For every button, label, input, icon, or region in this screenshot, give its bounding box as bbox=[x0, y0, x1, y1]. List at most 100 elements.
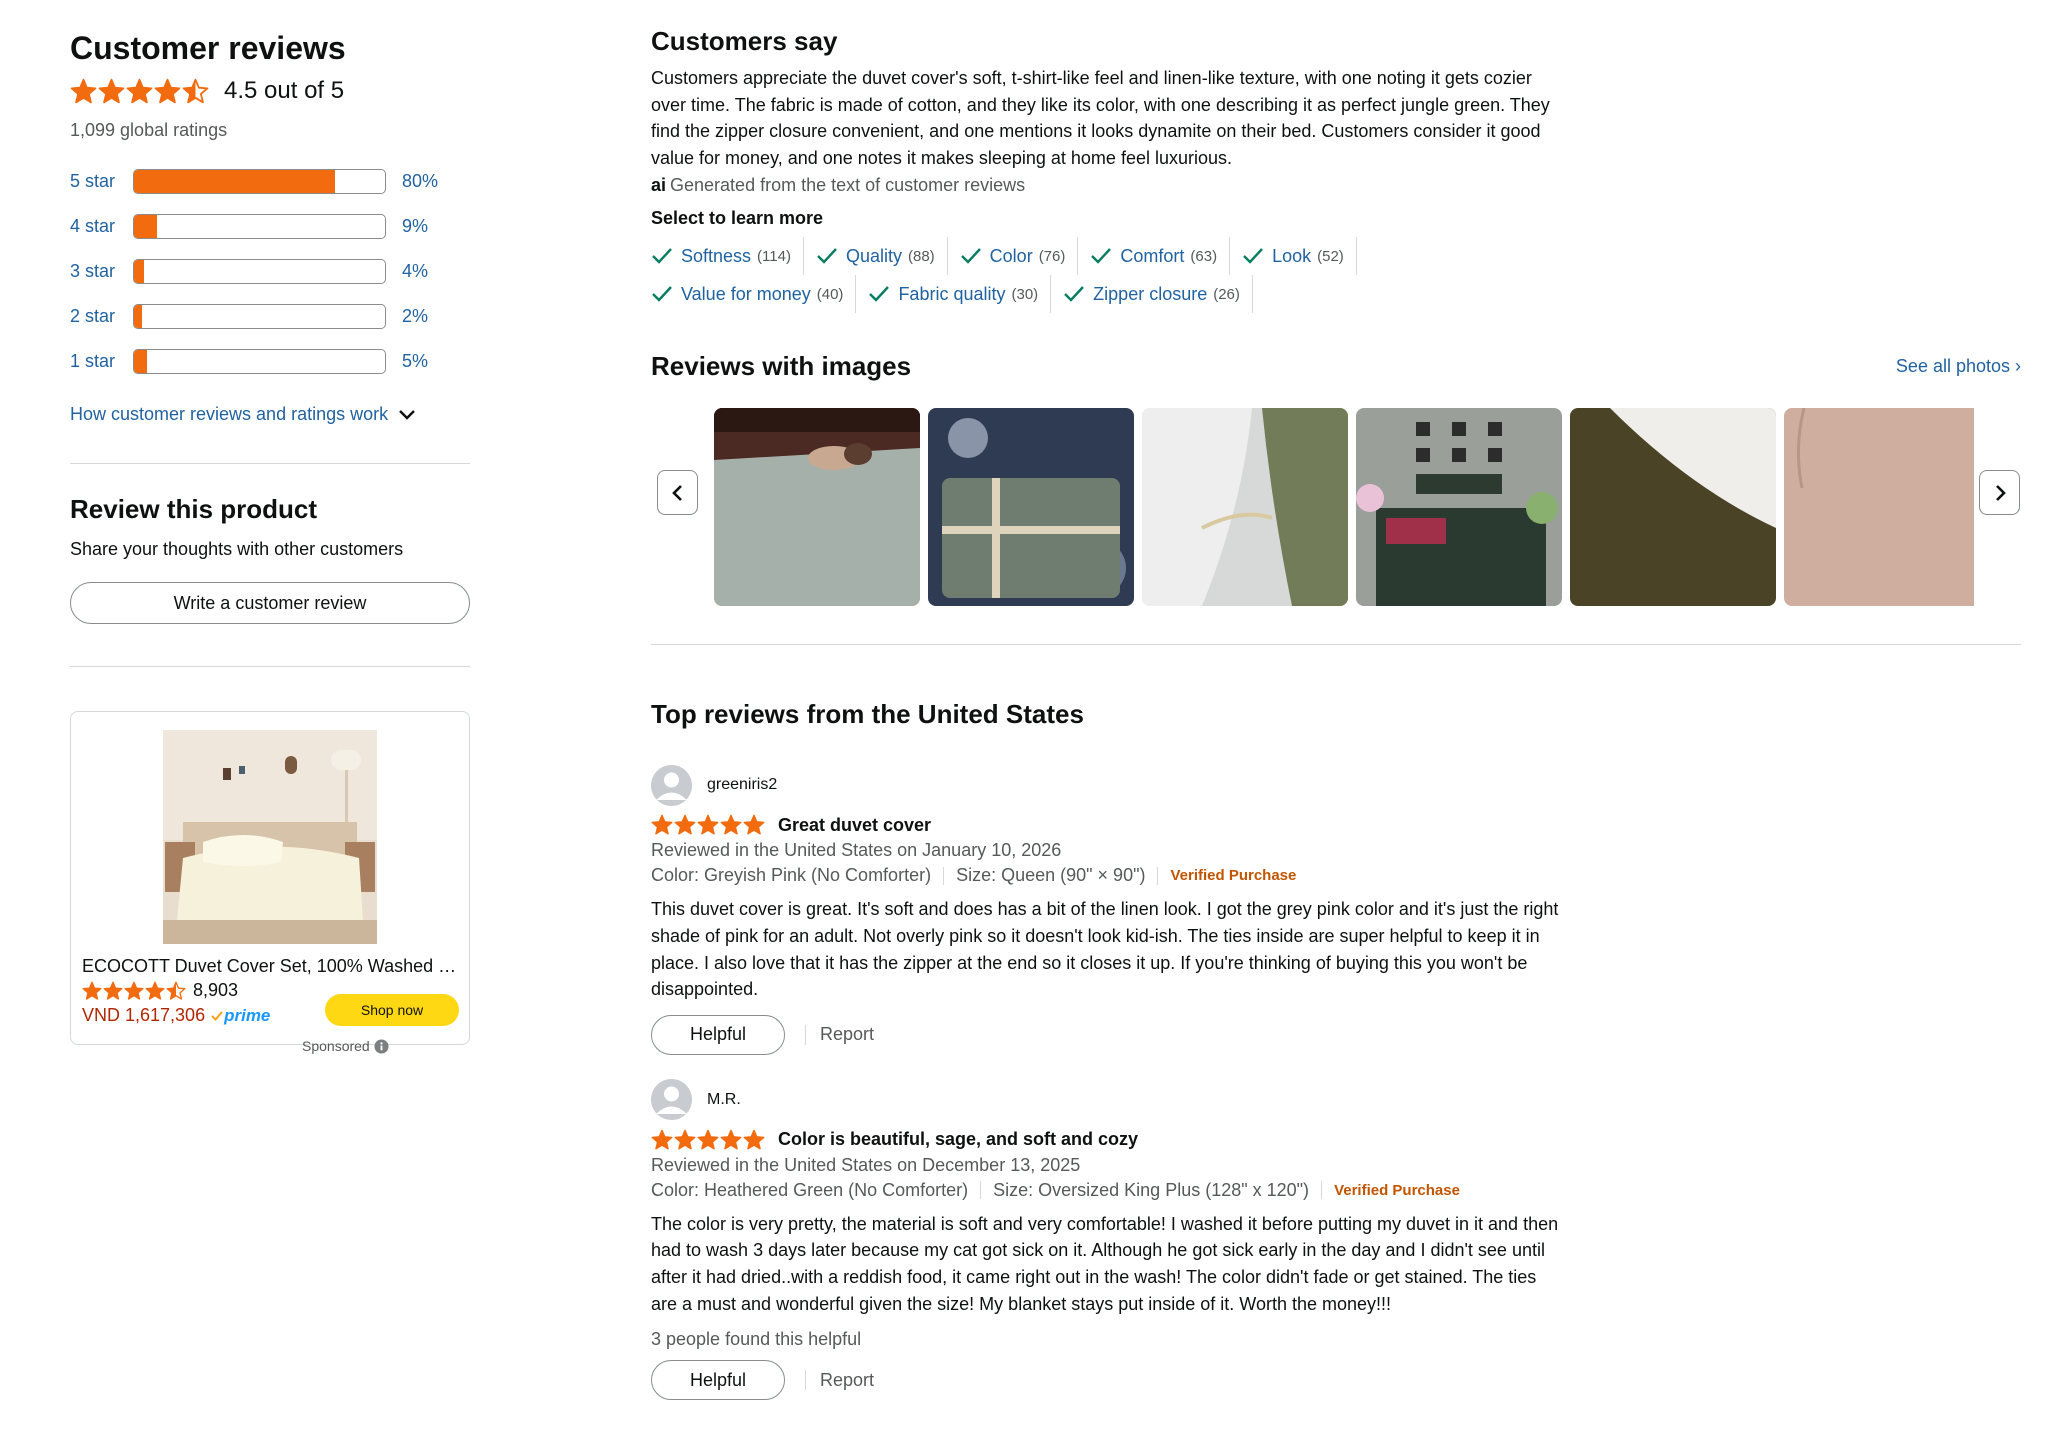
how-reviews-work-link[interactable]: How customer reviews and ratings work bbox=[70, 404, 470, 425]
ad-product-title[interactable]: ECOCOTT Duvet Cover Set, 100% Washed Cot… bbox=[82, 956, 464, 977]
star-icon bbox=[82, 981, 102, 1000]
sponsored-label-row[interactable]: Sponsored bbox=[302, 1038, 389, 1054]
star-icon bbox=[182, 78, 209, 103]
review-image-thumbnail[interactable] bbox=[928, 408, 1134, 607]
avatar-icon bbox=[651, 764, 692, 806]
histogram-label[interactable]: 2 star bbox=[70, 306, 132, 327]
carousel-prev-button[interactable] bbox=[657, 470, 698, 516]
customers-say-heading: Customers say bbox=[651, 26, 838, 56]
aspect-chip[interactable]: Fabric quality (30) bbox=[868, 275, 1052, 314]
histogram-row-4[interactable]: 4 star 9% bbox=[70, 204, 470, 249]
histogram-bar[interactable] bbox=[133, 304, 386, 329]
review-title[interactable]: Color is beautiful, sage, and soft and c… bbox=[778, 1129, 1138, 1150]
shop-now-button[interactable]: Shop now bbox=[325, 994, 459, 1026]
review-size[interactable]: Size: Oversized King Plus (128" x 120") bbox=[993, 1180, 1309, 1201]
review-author-row[interactable]: M.R. bbox=[651, 1079, 2021, 1121]
aspect-count: (88) bbox=[907, 247, 935, 265]
write-review-button[interactable]: Write a customer review bbox=[70, 582, 470, 624]
separator bbox=[1321, 1181, 1323, 1200]
review-image-thumbnail[interactable] bbox=[1570, 408, 1776, 607]
histogram-row-5[interactable]: 5 star 80% bbox=[70, 159, 470, 204]
review-date: Reviewed in the United States on January… bbox=[651, 840, 1062, 861]
review-title-row[interactable]: Color is beautiful, sage, and soft and c… bbox=[651, 1129, 2021, 1151]
check-icon bbox=[1243, 248, 1263, 265]
review-title-row[interactable]: Great duvet cover bbox=[651, 814, 2021, 836]
ad-rating-row[interactable]: 8,903 bbox=[82, 980, 238, 1001]
review-image-thumbnail[interactable] bbox=[1142, 408, 1348, 607]
reviews-column: Customers say Customers appreciate the d… bbox=[651, 26, 2021, 1401]
histogram-bar-fill bbox=[134, 350, 147, 373]
review-image-thumbnail[interactable] bbox=[714, 408, 920, 607]
aspect-chip[interactable]: Color (76) bbox=[960, 237, 1079, 276]
star-icon bbox=[166, 981, 186, 1000]
histogram-label[interactable]: 1 star bbox=[70, 351, 132, 372]
aspect-label: Softness bbox=[681, 245, 752, 266]
histogram-percent[interactable]: 9% bbox=[402, 216, 428, 237]
review-author-name: M.R. bbox=[707, 1090, 741, 1108]
chevron-left-icon bbox=[671, 484, 682, 501]
star-icon bbox=[651, 1129, 673, 1150]
aspect-chip[interactable]: Value for money (40) bbox=[651, 275, 857, 314]
report-link[interactable]: Report bbox=[805, 1024, 874, 1045]
review-image-thumbnail[interactable] bbox=[1356, 408, 1562, 607]
histogram-label[interactable]: 4 star bbox=[70, 216, 132, 237]
aspect-count: (63) bbox=[1190, 247, 1218, 265]
review-variant-row: Color: Heathered Green (No Comforter) Si… bbox=[651, 1180, 2021, 1201]
aspect-chip[interactable]: Softness (114) bbox=[651, 237, 804, 276]
info-icon[interactable] bbox=[374, 1038, 389, 1054]
review-list: greeniris2 Great duvet cover Reviewed in… bbox=[651, 764, 2021, 1401]
review-stars bbox=[651, 814, 766, 836]
aspect-chip[interactable]: Comfort (63) bbox=[1090, 237, 1231, 276]
histogram-bar[interactable] bbox=[133, 214, 386, 239]
average-stars bbox=[70, 78, 210, 105]
aspect-chip[interactable]: Look (52) bbox=[1242, 237, 1357, 276]
ad-price-row: VND 1,617,306 prime bbox=[82, 1005, 270, 1026]
review-product-heading: Review this product bbox=[70, 494, 318, 524]
histogram-row-3[interactable]: 3 star 4% bbox=[70, 249, 470, 294]
separator bbox=[980, 1181, 982, 1200]
review-size[interactable]: Size: Queen (90" × 90") bbox=[956, 865, 1145, 886]
review-date: Reviewed in the United States on Decembe… bbox=[651, 1154, 1081, 1175]
see-all-photos-link[interactable]: See all photos › bbox=[1896, 356, 2021, 377]
review-stars bbox=[651, 1129, 766, 1151]
histogram-percent[interactable]: 4% bbox=[402, 261, 428, 282]
aspect-chips: Softness (114) Quality (88) Color (76) Comfort… bbox=[651, 237, 1591, 314]
customer-reviews-heading: Customer reviews bbox=[70, 30, 346, 66]
ai-generated-note: ai Generated from the text of customer r… bbox=[651, 175, 2021, 196]
star-icon bbox=[743, 815, 765, 835]
review-color[interactable]: Color: Heathered Green (No Comforter) bbox=[651, 1180, 968, 1201]
star-icon bbox=[720, 1129, 742, 1150]
histogram-bar[interactable] bbox=[133, 259, 386, 284]
global-ratings-count: 1,099 global ratings bbox=[70, 120, 228, 140]
review-author-row[interactable]: greeniris2 bbox=[651, 764, 2021, 806]
review-image-thumbnail[interactable] bbox=[1784, 408, 1974, 607]
check-icon bbox=[652, 248, 672, 265]
aspect-chip[interactable]: Zipper closure (26) bbox=[1063, 275, 1253, 314]
histogram-percent[interactable]: 2% bbox=[402, 306, 428, 327]
histogram-label[interactable]: 3 star bbox=[70, 261, 132, 282]
review-title[interactable]: Great duvet cover bbox=[778, 815, 931, 836]
helpful-button[interactable]: Helpful bbox=[651, 1014, 785, 1055]
review-color[interactable]: Color: Greyish Pink (No Comforter) bbox=[651, 865, 931, 886]
histogram-label[interactable]: 5 star bbox=[70, 171, 132, 192]
aspect-count: (76) bbox=[1038, 247, 1066, 265]
histogram-row-1[interactable]: 1 star 5% bbox=[70, 339, 470, 384]
histogram-percent[interactable]: 80% bbox=[402, 171, 438, 192]
star-icon bbox=[70, 78, 97, 103]
aspect-label: Value for money bbox=[681, 283, 811, 304]
carousel-next-button[interactable] bbox=[1979, 470, 2020, 516]
average-rating-row[interactable]: 4.5 out of 5 bbox=[70, 74, 470, 108]
review-variant-row: Color: Greyish Pink (No Comforter) Size:… bbox=[651, 865, 2021, 886]
aspect-count: (52) bbox=[1317, 247, 1344, 265]
sponsored-ad-card[interactable]: ECOCOTT Duvet Cover Set, 100% Washed Cot… bbox=[70, 711, 470, 1045]
report-link[interactable]: Report bbox=[805, 1370, 874, 1391]
histogram-bar[interactable] bbox=[133, 169, 386, 194]
histogram-bar[interactable] bbox=[133, 349, 386, 374]
verified-purchase-badge: Verified Purchase bbox=[1170, 867, 1297, 885]
histogram-row-2[interactable]: 2 star 2% bbox=[70, 294, 470, 339]
helpful-button[interactable]: Helpful bbox=[651, 1360, 785, 1401]
ad-product-image[interactable] bbox=[163, 730, 377, 944]
histogram-percent[interactable]: 5% bbox=[402, 351, 428, 372]
aspect-chip[interactable]: Quality (88) bbox=[816, 237, 948, 276]
separator bbox=[943, 866, 945, 885]
